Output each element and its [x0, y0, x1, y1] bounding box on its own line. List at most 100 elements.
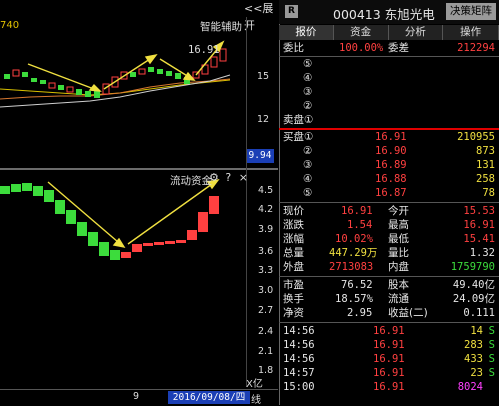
- sell-order-row[interactable]: ④: [283, 72, 497, 85]
- stat-label: 市盈: [283, 279, 304, 291]
- x-axis-tick: 9: [133, 391, 140, 402]
- candle: [40, 80, 46, 84]
- stat-row: 换手 18.57% 流通 24.09亿: [283, 293, 497, 306]
- divider: [279, 276, 499, 277]
- tick-price: 16.91: [373, 367, 405, 379]
- sell-level: ④: [303, 72, 313, 84]
- stat-value: 1.32: [469, 247, 495, 259]
- candle: [12, 69, 20, 77]
- axis-separator: [246, 17, 247, 387]
- tab-analysis[interactable]: 分析: [388, 25, 444, 40]
- weicha-label: 委差: [388, 42, 409, 54]
- stat-label: 最高: [388, 219, 409, 231]
- candle: [130, 72, 136, 77]
- tick-row[interactable]: 14:56 16.91 433 S: [283, 353, 497, 366]
- tick-price: 16.91: [373, 381, 405, 393]
- tick-time: 15:00: [283, 381, 315, 393]
- help-icon[interactable]: ?: [225, 171, 231, 184]
- decision-matrix-button[interactable]: 决策矩阵: [446, 3, 496, 20]
- candle: [58, 85, 64, 90]
- stat-label: 股本: [388, 279, 409, 291]
- bid-ask-divider: [279, 128, 499, 130]
- stat-value: 15.41: [463, 233, 495, 245]
- buy-level: ⑤: [303, 187, 313, 199]
- stat-value: 16.91: [463, 219, 495, 231]
- tab-quote[interactable]: 报价: [279, 25, 334, 40]
- tick-side: S: [488, 325, 495, 337]
- gear-icon[interactable]: ⚙: [209, 171, 219, 184]
- flow-block: [165, 241, 175, 244]
- flow-axis-tick: 4.5: [258, 185, 274, 196]
- candle: [138, 68, 146, 75]
- buy-order-row[interactable]: ③ 16.89 131: [283, 159, 497, 172]
- candle: [219, 48, 227, 62]
- sell-order-row[interactable]: ②: [283, 100, 497, 113]
- tick-row[interactable]: 14:56 16.91 14 S: [283, 325, 497, 338]
- stat-row: 涨跌 1.54 最高 16.91: [283, 219, 497, 232]
- buy-order-row[interactable]: ④ 16.88 258: [283, 173, 497, 186]
- candle: [148, 67, 154, 72]
- tick-time: 14:57: [283, 367, 315, 379]
- period-label[interactable]: 线: [251, 391, 261, 406]
- tick-volume: 433: [464, 353, 483, 365]
- sell-order-row[interactable]: 卖盘①: [283, 114, 497, 127]
- stat-value: 2.95: [347, 307, 373, 319]
- price-marker-label: 16.91: [188, 44, 220, 56]
- flow-block: [143, 243, 153, 246]
- tick-time: 14:56: [283, 353, 315, 365]
- sell-order-row[interactable]: ⑤: [283, 58, 497, 71]
- tick-time: 14:56: [283, 325, 315, 337]
- candle: [48, 82, 56, 89]
- stat-label: 涨跌: [283, 219, 304, 231]
- flow-blocks: [0, 183, 219, 260]
- tick-row[interactable]: 15:00 16.91 8024: [283, 381, 497, 394]
- flow-axis-tick: 3.9: [258, 224, 274, 235]
- buy-order-row[interactable]: 买盘① 16.91 210955: [283, 131, 497, 144]
- weicha-value: 212294: [457, 42, 495, 54]
- stat-value: 2713083: [329, 261, 374, 273]
- tab-funds[interactable]: 资金: [333, 25, 389, 40]
- tick-row[interactable]: 14:57 16.91 23 S: [283, 367, 497, 380]
- flow-axis-tick: 2.7: [258, 305, 274, 316]
- flow-block: [121, 252, 131, 258]
- tick-row[interactable]: 14:56 16.91 283 S: [283, 339, 497, 352]
- candle: [210, 56, 218, 68]
- stat-label: 流通: [388, 293, 409, 305]
- buy-order-row[interactable]: ② 16.90 873: [283, 145, 497, 158]
- buy-price: 16.87: [375, 187, 407, 199]
- buy-volume: 78: [482, 187, 495, 199]
- stat-label: 量比: [388, 247, 409, 259]
- stat-value: 24.09亿: [452, 293, 495, 305]
- price-axis-tick: 15: [257, 71, 270, 82]
- tab-operation[interactable]: 操作: [443, 25, 499, 40]
- candle: [66, 86, 74, 93]
- stat-value: 15.53: [463, 205, 495, 217]
- flow-block: [0, 186, 10, 194]
- sell-level: 卖盘①: [283, 114, 314, 126]
- stat-label: 内盘: [388, 261, 409, 273]
- buy-level: ③: [303, 159, 313, 171]
- price-axis-tick: 12: [257, 114, 270, 125]
- candle: [31, 78, 37, 82]
- flow-block: [99, 242, 109, 256]
- flow-axis-tick: 3.3: [258, 265, 274, 276]
- buy-volume: 258: [476, 173, 495, 185]
- current-price-box: 9.94: [246, 149, 274, 163]
- capital-flow-chart[interactable]: [0, 170, 246, 388]
- close-icon[interactable]: ×: [239, 171, 248, 184]
- flow-block: [132, 244, 142, 252]
- sell-order-row[interactable]: ③: [283, 86, 497, 99]
- expand-button[interactable]: <<展开: [244, 0, 278, 32]
- buy-order-row[interactable]: ⑤ 16.87 78: [283, 187, 497, 200]
- stat-value: 0.111: [463, 307, 495, 319]
- candle: [4, 74, 10, 79]
- cursor-date-label: 2016/09/08/四: [168, 391, 250, 404]
- flow-block: [209, 196, 219, 214]
- stat-label: 净资: [283, 307, 304, 319]
- candlestick-chart[interactable]: [0, 17, 246, 168]
- flow-axis-tick: 3.0: [258, 285, 274, 296]
- candle: [166, 71, 172, 76]
- flow-block: [77, 222, 87, 236]
- flow-panel-controls[interactable]: ⚙ ? ×: [209, 171, 248, 184]
- stat-label: 最低: [388, 233, 409, 245]
